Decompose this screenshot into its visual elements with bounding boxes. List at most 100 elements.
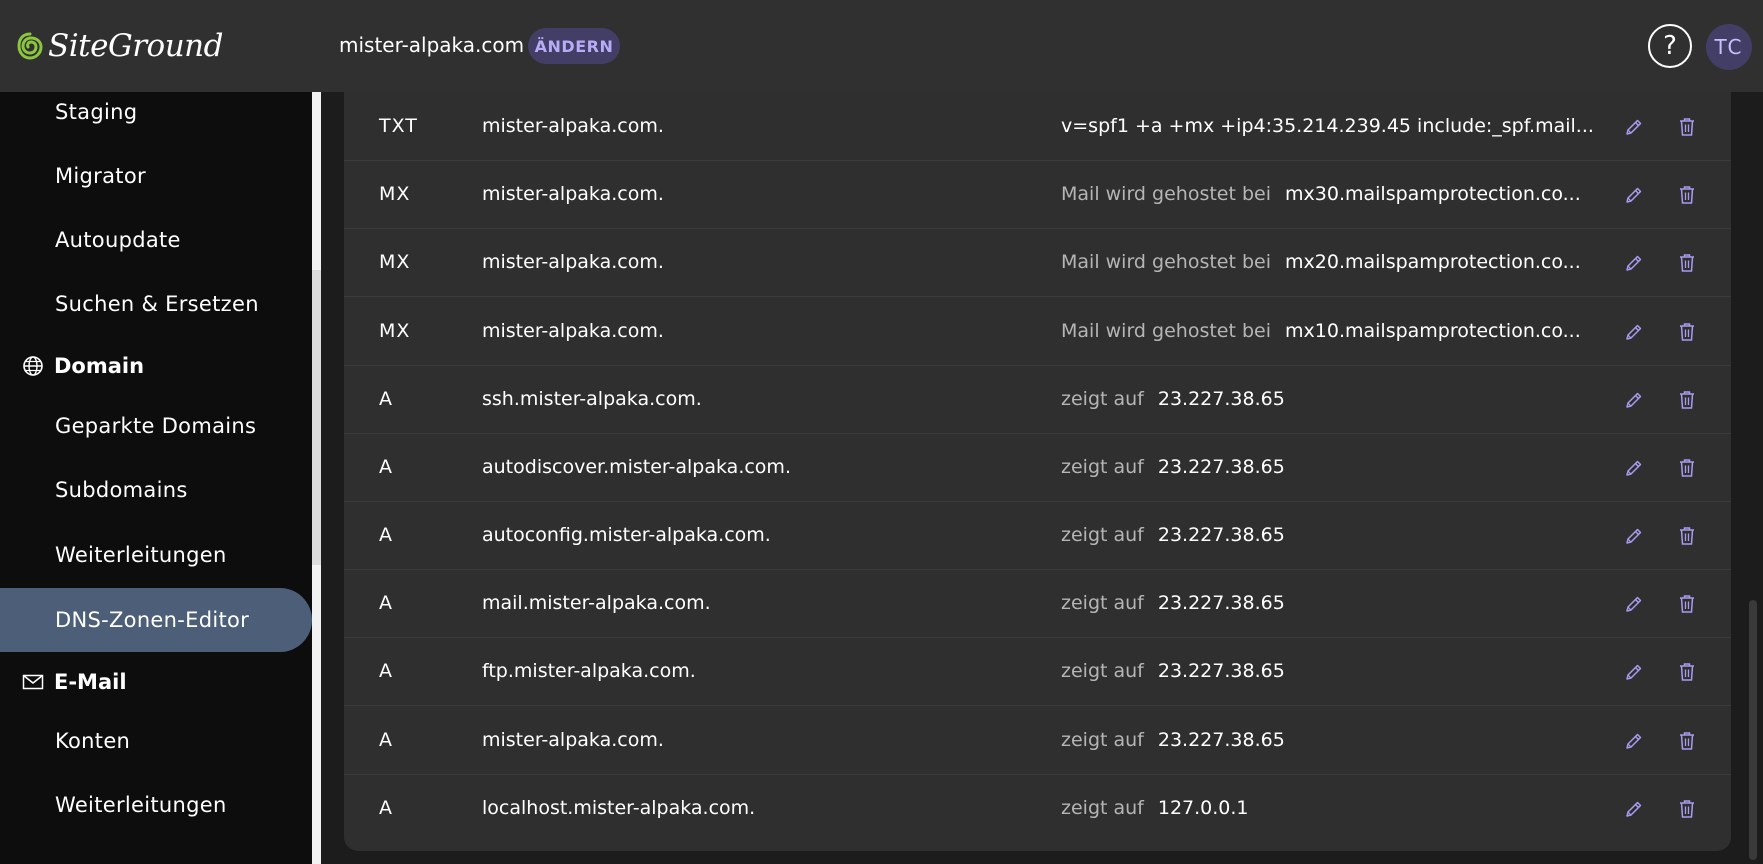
delete-record-button[interactable] <box>1674 796 1700 822</box>
pencil-icon <box>1624 526 1644 546</box>
record-value-prefix: Mail wird gehostet bei <box>1061 183 1272 205</box>
current-domain: mister-alpaka.com <box>339 33 525 57</box>
delete-record-button[interactable] <box>1674 455 1700 481</box>
delete-record-button[interactable] <box>1674 659 1700 685</box>
sidebar-section-domain[interactable]: Domain <box>0 341 312 391</box>
question-mark-icon: ? <box>1663 31 1677 61</box>
sidebar-section-label: E-Mail <box>54 670 127 694</box>
dns-record-row: MX mister-alpaka.com. Mail wird gehostet b… <box>344 228 1731 297</box>
edit-record-button[interactable] <box>1621 250 1647 276</box>
sidebar-item-autoupdate[interactable]: Autoupdate <box>0 208 312 272</box>
delete-record-button[interactable] <box>1674 319 1700 345</box>
dns-record-row: MX mister-alpaka.com. Mail wird gehostet b… <box>344 297 1731 366</box>
edit-record-button[interactable] <box>1621 796 1647 822</box>
delete-record-button[interactable] <box>1674 250 1700 276</box>
sidebar-item-parked-domains[interactable]: Geparkte Domains <box>0 394 312 458</box>
record-value-prefix: zeigt auf <box>1061 660 1144 682</box>
sidebar-item-dns-zone-editor[interactable]: DNS-Zonen-Editor <box>0 588 312 652</box>
delete-record-button[interactable] <box>1674 387 1700 413</box>
trash-icon <box>1678 731 1696 751</box>
sidebar-item-email-forwards[interactable]: Weiterleitungen <box>0 773 312 837</box>
brand-name: SiteGround <box>48 28 223 64</box>
trash-icon <box>1678 458 1696 478</box>
sidebar-scrollbar-thumb[interactable] <box>312 270 321 565</box>
record-type: A <box>379 388 393 410</box>
dns-record-row: Aautoconfig.mister-alpaka.com. zeigt auf 2… <box>344 501 1731 570</box>
dns-record-row: Amister-alpaka.com. zeigt auf 23.227.38.65 <box>344 706 1731 775</box>
record-value-target: 23.227.38.65 <box>1157 660 1285 682</box>
edit-record-button[interactable] <box>1621 728 1647 754</box>
delete-record-button[interactable] <box>1674 523 1700 549</box>
user-avatar[interactable]: TC <box>1706 24 1752 70</box>
pencil-icon <box>1624 390 1644 410</box>
record-value-prefix: zeigt auf <box>1061 388 1144 410</box>
record-value-prefix: Mail wird gehostet bei <box>1061 251 1272 273</box>
record-value-target: 23.227.38.65 <box>1157 729 1285 751</box>
delete-record-button[interactable] <box>1674 182 1700 208</box>
record-name: mister-alpaka.com. <box>482 183 664 205</box>
record-type: A <box>379 524 393 546</box>
record-type: MX <box>379 251 411 273</box>
record-value: Mail wird gehostet bei mx20.mailspamprote… <box>1061 228 1601 297</box>
record-value-target: v=spf1 +a +mx +ip4:35.214.239.45 include… <box>1061 115 1594 137</box>
record-name: autoconfig.mister-alpaka.com. <box>482 524 771 546</box>
edit-record-button[interactable] <box>1621 455 1647 481</box>
record-name: mister-alpaka.com. <box>482 115 664 137</box>
record-name: autodiscover.mister-alpaka.com. <box>482 456 791 478</box>
record-type: MX <box>379 320 411 342</box>
record-value: zeigt auf 127.0.0.1 <box>1061 774 1601 843</box>
record-type: A <box>379 729 393 751</box>
record-value-target: 127.0.0.1 <box>1157 797 1249 819</box>
record-value: zeigt auf 23.227.38.65 <box>1061 433 1601 502</box>
sidebar-section-label: Domain <box>54 354 145 378</box>
sidebar-item-migrator[interactable]: Migrator <box>0 144 312 208</box>
help-button[interactable]: ? <box>1648 24 1692 68</box>
trash-icon <box>1678 390 1696 410</box>
sidebar-item-search-replace[interactable]: Suchen & Ersetzen <box>0 272 312 336</box>
record-type: TXT <box>379 115 418 137</box>
record-name: mail.mister-alpaka.com. <box>482 592 711 614</box>
record-value: zeigt auf 23.227.38.65 <box>1061 501 1601 570</box>
record-value: zeigt auf 23.227.38.65 <box>1061 706 1601 775</box>
pencil-icon <box>1624 662 1644 682</box>
trash-icon <box>1678 526 1696 546</box>
main-scrollbar-thumb[interactable] <box>1749 600 1757 860</box>
dns-record-row: MX mister-alpaka.com. Mail wird gehostet b… <box>344 160 1731 229</box>
sidebar-section-email[interactable]: E-Mail <box>0 657 312 707</box>
record-value-target: 23.227.38.65 <box>1157 456 1285 478</box>
record-value: v=spf1 +a +mx +ip4:35.214.239.45 include… <box>1061 92 1601 161</box>
delete-record-button[interactable] <box>1674 114 1700 140</box>
edit-record-button[interactable] <box>1621 591 1647 617</box>
delete-record-button[interactable] <box>1674 728 1700 754</box>
record-value-prefix: Mail wird gehostet bei <box>1061 320 1272 342</box>
record-value-target: mx30.mailspamprotection.co... <box>1285 183 1581 205</box>
dns-record-row: Alocalhost.mister-alpaka.com. zeigt auf 12… <box>344 774 1731 843</box>
record-value: Mail wird gehostet bei mx30.mailspamprote… <box>1061 160 1601 229</box>
siteground-logo[interactable]: SiteGround <box>16 26 223 66</box>
sidebar-item-accounts[interactable]: Konten <box>0 709 312 773</box>
edit-record-button[interactable] <box>1621 114 1647 140</box>
edit-record-button[interactable] <box>1621 182 1647 208</box>
dns-record-row: Aftp.mister-alpaka.com. zeigt auf 23.227.3… <box>344 637 1731 706</box>
record-type: MX <box>379 183 411 205</box>
record-name: mister-alpaka.com. <box>482 251 664 273</box>
pencil-icon <box>1624 731 1644 751</box>
record-value-prefix: zeigt auf <box>1061 524 1144 546</box>
change-domain-button[interactable]: ÄNDERN <box>528 28 620 64</box>
sidebar-item-subdomains[interactable]: Subdomains <box>0 458 312 522</box>
sidebar-item-redirects[interactable]: Weiterleitungen <box>0 523 312 587</box>
edit-record-button[interactable] <box>1621 387 1647 413</box>
record-value-target: 23.227.38.65 <box>1157 388 1285 410</box>
edit-record-button[interactable] <box>1621 523 1647 549</box>
edit-record-button[interactable] <box>1621 659 1647 685</box>
trash-icon <box>1678 799 1696 819</box>
pencil-icon <box>1624 117 1644 137</box>
record-name: localhost.mister-alpaka.com. <box>482 797 756 819</box>
record-type: A <box>379 660 393 682</box>
sidebar-item-staging[interactable]: Staging <box>0 80 312 144</box>
delete-record-button[interactable] <box>1674 591 1700 617</box>
record-value-prefix: zeigt auf <box>1061 456 1144 478</box>
pencil-icon <box>1624 253 1644 273</box>
edit-record-button[interactable] <box>1621 319 1647 345</box>
trash-icon <box>1678 185 1696 205</box>
